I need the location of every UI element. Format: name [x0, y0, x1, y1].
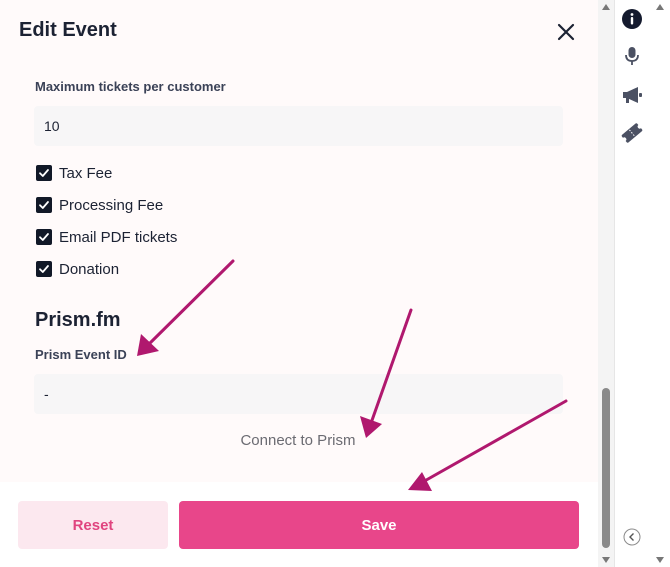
prism-event-id-label: Prism Event ID	[35, 347, 127, 362]
checkbox-donation[interactable]: Donation	[36, 259, 119, 279]
prism-event-id-input[interactable]	[34, 374, 563, 414]
megaphone-icon	[623, 87, 642, 103]
panel-header: Edit Event	[0, 0, 600, 64]
rail-info-button[interactable]	[621, 8, 643, 30]
checkbox-processing-fee[interactable]: Processing Fee	[36, 195, 163, 215]
microphone-icon	[625, 47, 639, 65]
checkbox-checked-icon	[36, 261, 52, 277]
close-button[interactable]	[554, 20, 578, 44]
connect-to-prism-link[interactable]: Connect to Prism	[0, 432, 596, 449]
side-rail	[615, 0, 670, 567]
rail-collapse-button[interactable]	[623, 528, 641, 546]
checkbox-checked-icon	[36, 197, 52, 213]
reset-button[interactable]: Reset	[18, 501, 168, 549]
max-tickets-input[interactable]	[34, 106, 563, 146]
rail-scroll-down-arrow-icon[interactable]	[655, 556, 665, 564]
checkbox-email-pdf-tickets[interactable]: Email PDF tickets	[36, 227, 177, 247]
max-tickets-label: Maximum tickets per customer	[35, 79, 226, 94]
collapse-chevron-icon	[623, 528, 641, 546]
checkbox-checked-icon	[36, 229, 52, 245]
scroll-down-arrow-icon[interactable]	[601, 556, 611, 564]
rail-megaphone-button[interactable]	[621, 84, 643, 106]
rail-scroll-up-arrow-icon[interactable]	[655, 3, 665, 11]
edit-event-panel: Edit Event Maximum tickets per customer …	[0, 0, 600, 567]
scroll-thumb[interactable]	[602, 388, 610, 548]
scroll-up-arrow-icon[interactable]	[601, 3, 611, 11]
save-button[interactable]: Save	[179, 501, 579, 549]
panel-scrollbar[interactable]	[598, 0, 614, 567]
prism-section-title: Prism.fm	[35, 309, 121, 331]
ticket-icon	[621, 123, 643, 143]
page-title: Edit Event	[19, 19, 117, 41]
checkbox-label: Donation	[59, 260, 120, 278]
rail-microphone-button[interactable]	[621, 45, 643, 67]
checkbox-label: Tax Fee	[59, 164, 113, 182]
checkbox-label: Email PDF tickets	[59, 228, 178, 246]
close-icon	[557, 23, 575, 41]
info-icon	[622, 9, 642, 29]
annotation-arrow-to-event-id	[137, 259, 235, 356]
checkbox-checked-icon	[36, 165, 52, 181]
checkbox-tax-fee[interactable]: Tax Fee	[36, 163, 112, 183]
rail-ticket-button[interactable]	[621, 122, 643, 144]
checkbox-label: Processing Fee	[59, 196, 164, 214]
